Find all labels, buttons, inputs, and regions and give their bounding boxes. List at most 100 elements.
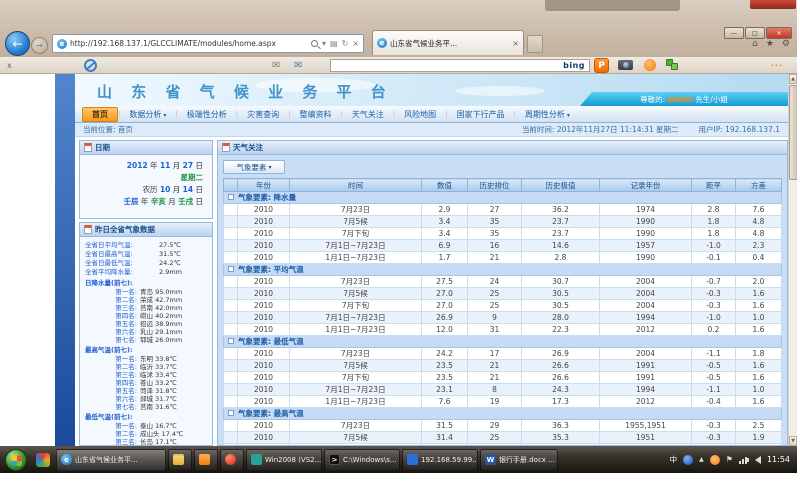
vertical-scrollbar[interactable]: ▲ ▼ [788,74,797,446]
action-center-icon[interactable]: ⚑ [726,455,733,464]
taskbar-button-0[interactable]: e山东省气候业务平... [56,449,166,471]
compatibility-icon[interactable]: ▤ [330,39,338,48]
home-icon[interactable]: ⌂ [752,39,758,49]
nav-item-2[interactable]: 极端性分析 [178,108,236,121]
scroll-up-icon[interactable]: ▲ [789,74,797,84]
column-header-1[interactable]: 时间 [290,179,422,192]
table-group-row[interactable]: 气象要素: 平均气温 [224,264,782,276]
collapse-box-icon[interactable] [228,194,234,200]
taskbar-button-6[interactable]: 192.168.59.99... [402,449,478,471]
table-row[interactable]: 20107月1日~7月23日23.1824.31994-1.11.0 [224,384,782,396]
table-row[interactable]: 20107月23日2.92736.219742.87.6 [224,204,782,216]
scroll-down-icon[interactable]: ▼ [789,436,797,446]
table-group-row[interactable]: 气象要素: 最低气温 [224,336,782,348]
camera-icon[interactable] [618,60,633,70]
plugins-icon[interactable] [666,59,679,71]
table-row[interactable]: 20107月5候31.42535.31951-0.31.9 [224,432,782,444]
taskbar-button-3[interactable] [220,449,244,471]
table-group-row[interactable]: 气象要素: 降水量 [224,192,782,204]
table-row[interactable]: 20107月5候23.52126.61991-0.51.6 [224,360,782,372]
column-header-5[interactable]: 记录年份 [600,179,692,192]
nav-item-1[interactable]: 数据分析▾ [120,108,175,121]
table-row[interactable]: 20107月下旬3.43523.719901.84.8 [224,228,782,240]
table-row[interactable]: 20101月1日~7月23日1.7212.81990-0.10.4 [224,252,782,264]
table-row[interactable]: 20107月下旬27.02530.52004-0.31.6 [224,300,782,312]
table-row[interactable]: 20107月23日31.52936.31955,1951-0.32.5 [224,420,782,432]
table-row[interactable]: 20107月1日~7月23日6.91614.61957-1.02.3 [224,240,782,252]
table-row[interactable]: 20107月下旬23.52126.61991-0.51.6 [224,372,782,384]
clock[interactable]: 11:54 [767,455,790,464]
taskbar-button-7[interactable]: W银行手册.docx ... [480,449,558,471]
column-header-3[interactable]: 历史排位 [468,179,522,192]
search-icon[interactable] [311,40,318,47]
search-go-button[interactable]: P [594,58,609,73]
cell: -1.0 [692,240,736,252]
new-tab-button[interactable] [527,35,543,53]
app-orange-icon [199,454,210,465]
start-button[interactable] [5,449,27,471]
mail-open-icon[interactable]: ✉ [294,60,302,71]
address-bar[interactable]: e http://192.168.137.1/GLCCLIMATE/module… [52,34,364,53]
welcome-prefix: 尊敬的: [640,94,665,105]
stop-icon[interactable]: × [352,39,359,48]
nav-item-7[interactable]: 国家下行产品 [448,108,514,121]
column-header-2[interactable]: 数值 [422,179,468,192]
toolbar-logo-icon[interactable] [84,59,97,72]
nav-item-8[interactable]: 周期性分析▾ [516,108,579,121]
cell: 7月23日 [290,204,422,216]
nav-item-3[interactable]: 灾害查询 [238,108,288,121]
table-group-row[interactable]: 气象要素: 最高气温 [224,408,782,420]
nav-item-4[interactable]: 整编资料 [290,108,340,121]
taskbar-button-2[interactable] [194,449,218,471]
collapse-box-icon[interactable] [228,266,234,272]
close-button[interactable]: × [766,27,792,39]
column-header-6[interactable]: 距平 [692,179,736,192]
taskbar-button-1[interactable] [168,449,192,471]
rank-row: 第三名:临沭 33.4℃ [85,371,209,379]
table-row[interactable]: 20101月1日~7月23日12.03122.320120.21.6 [224,324,782,336]
table-row[interactable]: 20107月5候3.43523.719901.84.8 [224,216,782,228]
maximize-button[interactable]: □ [745,27,765,39]
pinned-app-icon[interactable] [36,453,50,467]
table-row[interactable]: 20107月23日24.21726.92004-1.11.8 [224,348,782,360]
back-button[interactable]: ← [5,31,30,56]
mail-icon[interactable]: ✉ [272,60,280,71]
table-row[interactable]: 20107月1日~7月23日26.9928.01994-1.01.0 [224,312,782,324]
speaker-icon[interactable] [755,456,761,464]
toolbar-search-input[interactable]: bing [330,59,590,72]
taskbar-button-4[interactable]: Win2008 (VS2... [246,449,322,471]
pet-icon[interactable] [644,59,656,71]
url-text[interactable]: http://192.168.137.1/GLCCLIMATE/modules/… [70,39,309,48]
cell: -1.0 [692,312,736,324]
nav-item-6[interactable]: 风险地图 [395,108,445,121]
taskbar-button-5[interactable]: >C:\Windows\s... [324,449,400,471]
table-row[interactable]: 20101月1日~7月23日7.61917.32012-0.41.6 [224,396,782,408]
nav-item-0[interactable]: 首页 [82,107,118,122]
table-row[interactable]: 20107月5候27.02530.52004-0.31.6 [224,288,782,300]
rank-row: 第六名:郯城 31.7℃ [85,395,209,403]
refresh-icon[interactable]: ↻ [342,39,349,48]
column-header-0[interactable]: 年份 [238,179,290,192]
nav-item-5[interactable]: 天气关注 [343,108,393,121]
toolbar-more-icon[interactable]: ··· [771,61,783,70]
rank-value: 乳山 29.1mm [140,328,182,336]
forward-button[interactable]: → [31,37,48,54]
tab-close-icon[interactable]: × [512,39,519,48]
browser-tab[interactable]: e 山东省气候业务平... × [372,30,524,55]
tray-pet-icon[interactable] [710,455,720,465]
favorites-icon[interactable]: ★ [766,39,774,49]
minimize-button[interactable]: — [724,27,744,39]
column-header-4[interactable]: 历史极值 [522,179,600,192]
search-dropdown-icon[interactable]: ▾ [322,39,326,48]
tools-icon[interactable]: ⚙ [782,39,790,49]
toolbar-close-button[interactable]: x [7,61,12,70]
scrollbar-thumb[interactable] [789,85,797,180]
collapse-box-icon[interactable] [228,410,234,416]
ime-indicator[interactable]: 中 [670,454,678,465]
collapse-box-icon[interactable] [228,338,234,344]
element-filter-button[interactable]: 气象要素 ▾ [223,160,285,174]
tray-app-icon[interactable] [683,455,693,465]
column-header-7[interactable]: 方差 [736,179,782,192]
table-row[interactable]: 20107月23日27.52430.72004-0.72.0 [224,276,782,288]
tray-expand-icon[interactable]: ▲ [699,456,704,463]
